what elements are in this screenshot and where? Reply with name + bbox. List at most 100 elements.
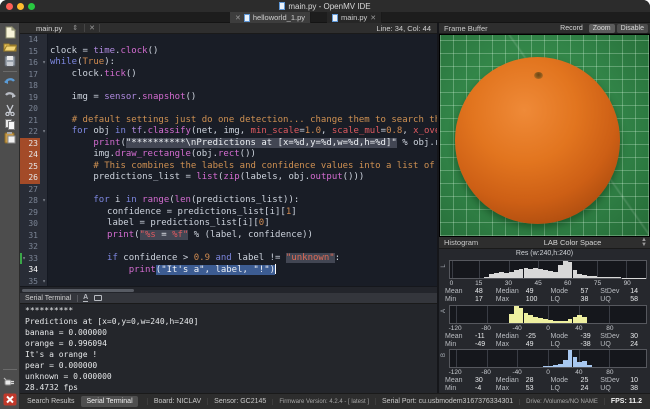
zoom-button[interactable]: Zoom xyxy=(589,24,615,33)
horizontal-scrollbar[interactable] xyxy=(20,286,437,293)
tick-label: -120 xyxy=(449,369,462,376)
line-number: 14 xyxy=(20,34,40,46)
code-line[interactable]: 22▾ for obj in tf.classify(net, img, min… xyxy=(20,126,437,138)
status-tab-search-results[interactable]: Search Results xyxy=(22,396,79,407)
code-line[interactable]: 20 xyxy=(20,103,437,115)
code-line[interactable]: 16▾while(True): xyxy=(20,57,437,69)
stat-mean: Mean-11 xyxy=(445,333,496,341)
undo-button[interactable] xyxy=(2,75,18,88)
toolbar-separator xyxy=(3,71,17,72)
cut-icon xyxy=(4,104,16,116)
code-text: print("It's a", label, "!") xyxy=(40,264,276,276)
histogram-chart-L xyxy=(449,260,647,279)
divider xyxy=(77,295,78,302)
text-format-icon[interactable]: A xyxy=(83,294,88,302)
histogram-channel-B: B-120-80-4004080Mean30Median28Mode25StDe… xyxy=(439,348,650,393)
histogram-bar xyxy=(587,365,592,367)
disconnect-button[interactable] xyxy=(2,391,18,408)
serial-terminal-output[interactable]: **********Predictions at [x=0,y=0,w=240,… xyxy=(20,304,437,393)
chevron-updown-icon[interactable]: ▲▼ xyxy=(641,238,647,248)
code-line[interactable]: 17 clock.tick() xyxy=(20,69,437,81)
copy-button[interactable] xyxy=(2,117,18,130)
code-line[interactable]: 23 print("**********\nPredictions at [x=… xyxy=(20,138,437,150)
paste-button[interactable] xyxy=(2,131,18,144)
file-tab-helloworld_1-py[interactable]: ✕helloworld_1.py xyxy=(230,12,311,23)
gridline xyxy=(456,306,457,323)
gridline xyxy=(456,350,457,367)
new-file-button[interactable] xyxy=(2,26,18,39)
disable-button[interactable]: Disable xyxy=(617,24,648,33)
code-line[interactable]: 35▾ xyxy=(20,276,437,287)
fold-marker-icon[interactable]: ▾ xyxy=(40,57,48,69)
code-line[interactable]: 29 confidence = predictions_list[i][1] xyxy=(20,207,437,219)
file-tab-main-py[interactable]: main.py✕ xyxy=(327,12,382,23)
code-line[interactable]: 26 predictions_list = list(zip(labels, o… xyxy=(20,172,437,184)
tick-label: 60 xyxy=(564,280,571,287)
code-line[interactable]: 15clock = time.clock() xyxy=(20,46,437,58)
connect-button[interactable] xyxy=(2,373,18,390)
code-text: img = sensor.snapshot() xyxy=(48,92,196,104)
fold-marker-icon[interactable]: ▾ xyxy=(40,195,48,207)
code-line[interactable]: 32 xyxy=(20,241,437,253)
axis-ticks: -120-80-4004080 xyxy=(449,325,647,333)
channel-stats: Mean48Median49Mode57StDev14Min17Max100LQ… xyxy=(445,288,648,304)
code-line[interactable]: 18 xyxy=(20,80,437,92)
line-number: 28 xyxy=(20,195,40,207)
terminal-line: ********** xyxy=(25,305,437,316)
code-line[interactable]: 21 # default settings just do one detect… xyxy=(20,115,437,127)
document-icon xyxy=(279,2,285,10)
histogram-chart-A xyxy=(449,305,647,324)
code-line[interactable]: 31 print("%s = %f" % (label, confidence)… xyxy=(20,230,437,242)
line-number: 31 xyxy=(20,230,40,242)
stat-stdev: StDev14 xyxy=(600,288,648,296)
close-tab-icon[interactable]: ✕ xyxy=(370,14,376,22)
openmv-ide-window: main.py - OpenMV IDE ✕helloworld_1.pymai… xyxy=(0,0,650,409)
tick-label: 15 xyxy=(475,280,482,287)
code-text: if confidence > 0.9 and label != "unknow… xyxy=(40,253,340,265)
code-text: predictions_list = list(zip(labels, obj.… xyxy=(48,172,364,184)
axis-ticks: 0153045607590 xyxy=(449,280,647,288)
chevron-updown-icon[interactable]: ⇕ xyxy=(72,24,78,32)
fold-marker-icon[interactable]: ▾ xyxy=(20,253,28,265)
open-file-button[interactable] xyxy=(2,40,18,53)
code-line[interactable]: 28▾ for i in range(len(predictions_list)… xyxy=(20,195,437,207)
gridline xyxy=(479,261,480,278)
code-line[interactable]: 33▾ if confidence > 0.9 and label != "un… xyxy=(20,253,437,265)
code-line[interactable]: 25 # This combines the labels and confid… xyxy=(20,161,437,173)
stat-uq: UQ38 xyxy=(600,385,648,393)
histogram-bar xyxy=(641,278,646,279)
stat-mean: Mean30 xyxy=(445,377,496,385)
save-file-button[interactable] xyxy=(2,54,18,67)
editor-file-dropdown[interactable]: main.py xyxy=(36,24,62,33)
fold-column xyxy=(40,46,48,58)
close-tab-icon[interactable]: ✕ xyxy=(235,14,241,22)
code-line[interactable]: 14 xyxy=(20,34,437,46)
tick-label: 0 xyxy=(450,280,454,287)
save-file-icon xyxy=(4,55,16,67)
tick-label: 80 xyxy=(606,325,613,332)
code-line[interactable]: 24 img.draw_rectangle(obj.rect()) xyxy=(20,149,437,161)
display-icon[interactable] xyxy=(94,295,102,301)
code-line[interactable]: 30 label = predictions_list[i][0] xyxy=(20,218,437,230)
editor-header: main.py ⇕ ✕ Line: 34, Col: 44 xyxy=(20,23,437,34)
gridline xyxy=(548,350,549,367)
tick-label: 45 xyxy=(534,280,541,287)
scrollbar-thumb[interactable] xyxy=(22,289,134,292)
fold-marker-icon[interactable]: ▾ xyxy=(40,126,48,138)
code-line[interactable]: 34 print("It's a", label, "!") xyxy=(20,264,437,276)
redo-button[interactable] xyxy=(2,89,18,102)
colorspace-dropdown[interactable]: LAB Color Space xyxy=(509,238,636,247)
status-tab-serial-terminal[interactable]: Serial Terminal xyxy=(81,396,137,407)
channel-stats: Mean-11Median-25Mode-39StDev30Min-49Max4… xyxy=(445,333,648,349)
record-button[interactable]: Record xyxy=(556,24,587,33)
code-line[interactable]: 27 xyxy=(20,184,437,196)
code-text: clock = time.clock() xyxy=(48,46,158,58)
code-editor[interactable]: 1415clock = time.clock()16▾while(True):1… xyxy=(20,34,437,286)
tick-label: 0 xyxy=(546,369,550,376)
code-line[interactable]: 19 img = sensor.snapshot() xyxy=(20,92,437,104)
close-editor-icon[interactable]: ✕ xyxy=(84,24,100,32)
cut-button[interactable] xyxy=(2,103,18,116)
fold-marker-icon[interactable]: ▾ xyxy=(40,276,48,287)
gridline xyxy=(609,306,610,323)
stat-lq: LQ24 xyxy=(551,385,601,393)
